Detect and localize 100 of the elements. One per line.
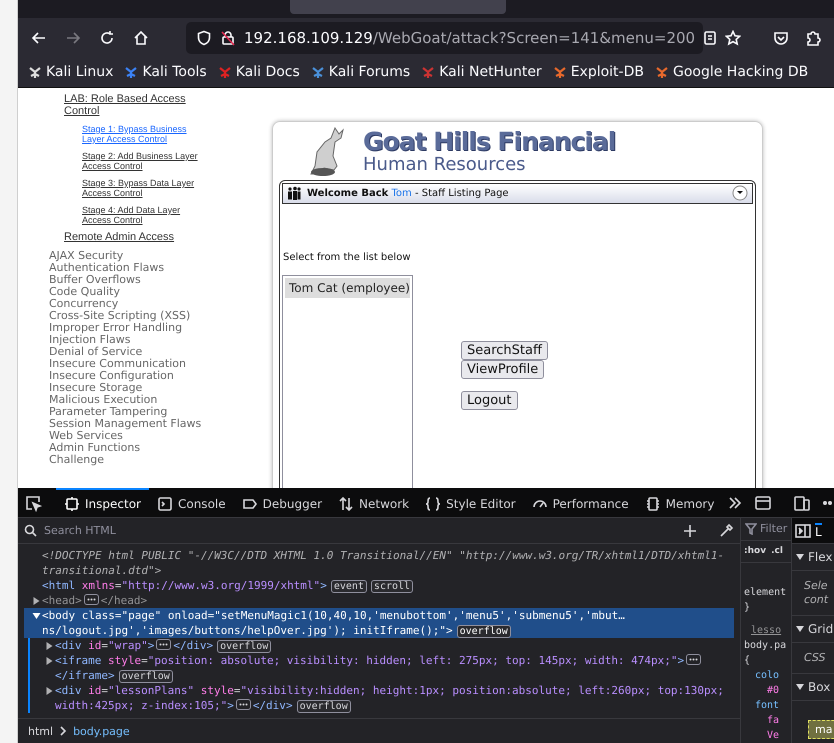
- eyedropper-icon: [718, 522, 734, 538]
- form-button[interactable]: ViewProfile: [461, 360, 544, 379]
- category-link[interactable]: Improper Error Handling: [49, 322, 272, 334]
- category-link[interactable]: Insecure Storage: [49, 382, 272, 394]
- layout-tab[interactable]: L: [815, 522, 822, 538]
- bookmark-link[interactable]: Kali Linux: [28, 64, 114, 80]
- filter-field[interactable]: Filter: [741, 518, 791, 541]
- category-link[interactable]: Denial of Service: [49, 346, 272, 358]
- ellipsis-badge-icon[interactable]: [156, 639, 172, 650]
- category-link[interactable]: Challenge: [49, 454, 272, 466]
- pseudo-toggle[interactable]: .cl: [771, 546, 783, 556]
- chevrons-icon: [728, 496, 742, 510]
- html-node[interactable]: <!DOCTYPE html PUBLIC "-//W3C//DTD XHTML 1.0 Transitional//EN" "http://www.w3.org/TR/xhtml1/DTD/xhtml1-transitional.dtd">: [24, 548, 734, 578]
- staff-option[interactable]: Tom Cat (employee): [285, 278, 410, 298]
- category-link[interactable]: AJAX Security: [49, 250, 272, 262]
- html-node[interactable]: <div id="wrap"> </div> overflow: [37, 638, 734, 653]
- category-link[interactable]: Authentication Flaws: [49, 262, 272, 274]
- devtools-tab[interactable]: Memory: [636, 488, 722, 517]
- stage-link[interactable]: Stage 4: Add Data Layer Access Control: [82, 204, 202, 225]
- bookmark-link[interactable]: Kali Tools: [124, 64, 207, 80]
- css-rule-text: element: [743, 586, 788, 600]
- expanded-triangle-icon[interactable]: [31, 612, 42, 620]
- collapsed-triangle-icon[interactable]: [44, 686, 55, 695]
- html-node[interactable]: <html xmlns="http://www.w3.org/1999/xhtml"> event scroll: [24, 578, 734, 593]
- breadcrumb-item[interactable]: html: [28, 724, 54, 738]
- triangle-icon: [796, 553, 804, 561]
- reader-icon: [703, 30, 718, 46]
- search-icon: [24, 524, 37, 537]
- stage-link[interactable]: Stage 2: Add Business Layer Access Control: [82, 150, 202, 171]
- collapsed-triangle-icon[interactable]: [44, 642, 55, 650]
- stage-link[interactable]: Stage 1: Bypass Business Layer Access Control: [82, 124, 202, 144]
- category-link[interactable]: Cross-Site Scripting (XSS): [49, 310, 272, 322]
- devtools-tab[interactable]: Performance: [524, 488, 637, 517]
- devtools-tab[interactable]: Network: [330, 488, 418, 517]
- devtools-tab[interactable]: Inspector: [56, 488, 149, 517]
- collapsed-triangle-icon[interactable]: [44, 656, 55, 665]
- ellipsis-badge-icon[interactable]: [84, 594, 99, 606]
- devtools-tab[interactable]: Debugger: [234, 488, 330, 517]
- category-link[interactable]: Malicious Execution: [49, 394, 272, 406]
- node-badge[interactable]: overflow: [217, 640, 272, 653]
- node-badge[interactable]: overflow: [118, 670, 173, 683]
- pseudo-toggle[interactable]: :hov: [744, 546, 766, 556]
- bookmark-link[interactable]: Exploit-DB: [552, 64, 644, 80]
- lesson-link[interactable]: Remote Admin Access: [64, 230, 272, 243]
- css-rule-text: }: [743, 601, 752, 615]
- breadcrumb-item[interactable]: body.page: [73, 724, 130, 738]
- dropdown-icon[interactable]: [732, 185, 748, 202]
- css-rule-text: colo: [754, 669, 780, 683]
- category-link[interactable]: Admin Functions: [49, 442, 272, 454]
- category-link[interactable]: Session Management Flaws: [49, 418, 272, 430]
- home-icon: [132, 28, 150, 47]
- css-rule-text: Ve: [766, 729, 780, 743]
- bookmark-link[interactable]: Kali NetHunter: [421, 64, 542, 80]
- node-badge[interactable]: scroll: [370, 580, 414, 593]
- filter-placeholder: Filter: [760, 522, 788, 536]
- welcome-text: Welcome Back Tom - Staff Listing Page: [307, 188, 509, 199]
- node-badge[interactable]: event: [330, 580, 367, 593]
- staff-list[interactable]: Tom Cat (employee): [282, 274, 413, 488]
- category-link[interactable]: Parameter Tampering: [49, 406, 272, 418]
- node-badge[interactable]: overflow: [296, 700, 351, 713]
- source-link[interactable]: lesso: [741, 623, 791, 638]
- category-link[interactable]: Web Services: [49, 430, 272, 442]
- puzzle-icon: [804, 28, 822, 47]
- category-link[interactable]: Insecure Configuration: [49, 370, 272, 382]
- more-dots-icon: [823, 500, 834, 506]
- ellipsis-badge-icon[interactable]: [236, 699, 251, 710]
- instruction-text: Select from the list below: [283, 252, 412, 263]
- triangle-icon: [796, 625, 804, 633]
- form-button[interactable]: SearchStaff: [461, 340, 548, 360]
- html-node[interactable]: <iframe style="position: absolute; visibility: hidden; left: 275px; top: 145px; width: 474px;"> </iframe> overflow: [37, 653, 734, 683]
- bookmark-link[interactable]: Kali Docs: [218, 64, 300, 80]
- node-badge[interactable]: overflow: [456, 625, 511, 638]
- form-button[interactable]: Logout: [461, 390, 518, 410]
- html-node[interactable]: <head> </head>: [24, 593, 734, 608]
- collapsed-triangle-icon[interactable]: [31, 596, 42, 605]
- lesson-link[interactable]: LAB: Role Based Access Control: [64, 92, 194, 117]
- reload-icon: [98, 28, 116, 47]
- category-link[interactable]: Concurrency: [49, 298, 272, 310]
- bookmark-link[interactable]: Kali Forums: [310, 64, 410, 80]
- category-link[interactable]: Buffer Overflows: [49, 274, 272, 286]
- html-node[interactable]: <div id="lessonPlans" style="visibility:hidden; height:1px; position:absolute; left:260px; top:130px; width:425px; z-index:105;"> </div> overflow: [37, 683, 734, 713]
- ellipsis-badge-icon[interactable]: [686, 654, 702, 666]
- section-text: cont: [803, 593, 830, 607]
- devtools-tab[interactable]: Console: [148, 488, 234, 517]
- triangle-icon: [796, 683, 804, 691]
- people-icon: [287, 186, 301, 200]
- stage-link[interactable]: Stage 3: Bypass Data Layer Access Control: [82, 178, 202, 198]
- bookmark-link[interactable]: Google Hacking DB: [654, 64, 808, 80]
- dock-layout-icon: [754, 494, 772, 510]
- category-link[interactable]: Code Quality: [49, 286, 272, 298]
- category-link[interactable]: Injection Flaws: [49, 334, 272, 346]
- sidebar-toggle-icon: [795, 524, 811, 538]
- category-link[interactable]: Insecure Communication: [49, 358, 272, 370]
- devtools-tab[interactable]: Style Editor: [417, 488, 524, 517]
- terminal-icon: [156, 496, 173, 512]
- lock-slash-icon: [220, 30, 236, 46]
- plus-icon: [682, 522, 698, 538]
- html-node[interactable]: <body class="page" onload="setMenuMagic1(10,40,10,'menubottom','menu5','submenu5','mbut…ns/logout.jpg','images/buttons/helpOver.jpg'); initIframe();"> overflow: [24, 608, 734, 638]
- app-title: Goat Hills Financial: [363, 128, 616, 156]
- search-field[interactable]: Search HTML: [42, 523, 663, 538]
